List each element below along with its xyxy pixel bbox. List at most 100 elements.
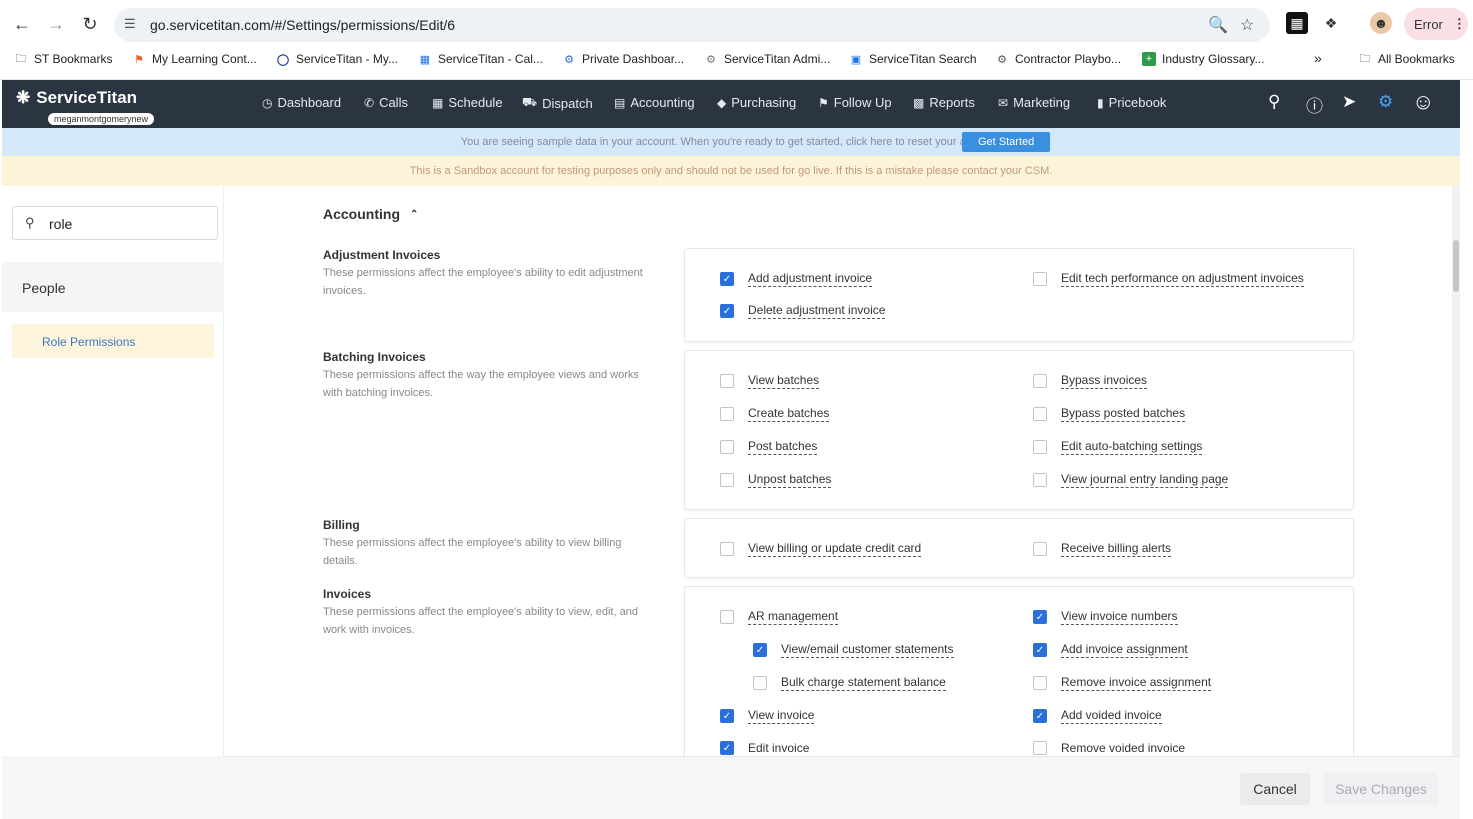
bookmark-item[interactable]: ⚑ My Learning Cont... bbox=[132, 52, 257, 66]
perm-checkbox-row[interactable]: AR management bbox=[720, 609, 839, 625]
puzzle-icon[interactable]: ❖ bbox=[1320, 12, 1342, 34]
logo-text: ServiceTitan bbox=[36, 88, 138, 107]
back-icon[interactable]: ← bbox=[8, 10, 36, 38]
checkbox[interactable]: ✓ bbox=[720, 741, 734, 755]
bookmark-item[interactable]: ⚙ Contractor Playbo... bbox=[995, 52, 1121, 66]
nav-accounting[interactable]: ▤ Accounting bbox=[614, 95, 695, 110]
flag-icon: ⚑ bbox=[134, 53, 144, 66]
sidebar-item-people[interactable]: People bbox=[2, 262, 224, 312]
checkbox[interactable] bbox=[1033, 676, 1047, 690]
nav-dispatch[interactable]: ⛟ Dispatch bbox=[522, 95, 593, 111]
puzzle-icon: ⚙ bbox=[564, 53, 574, 66]
perm-checkbox-row[interactable]: View billing or update credit card bbox=[720, 541, 922, 557]
bookmark-item[interactable]: 🗀 ST Bookmarks bbox=[14, 52, 113, 66]
nav-label: Accounting bbox=[630, 95, 695, 110]
scrollbar-thumb[interactable] bbox=[1453, 240, 1459, 292]
checkbox[interactable] bbox=[1033, 440, 1047, 454]
perm-checkbox-row[interactable]: Bypass invoices bbox=[1033, 373, 1148, 389]
perm-checkbox-row[interactable]: ✓ Delete adjustment invoice bbox=[720, 303, 886, 319]
search-input[interactable]: ⚲ role bbox=[12, 206, 218, 240]
checkbox[interactable]: ✓ bbox=[720, 709, 734, 723]
bookmark-item[interactable]: + Industry Glossary... bbox=[1142, 52, 1264, 66]
perm-checkbox-row[interactable]: ✓ Edit invoice bbox=[720, 741, 809, 755]
checkbox[interactable] bbox=[753, 676, 767, 690]
zoom-icon[interactable]: 🔍 bbox=[1208, 15, 1228, 35]
perm-checkbox-row[interactable]: Unpost batches bbox=[720, 472, 832, 488]
site-settings-icon[interactable]: ☰ bbox=[124, 16, 136, 32]
checkbox[interactable] bbox=[1033, 542, 1047, 556]
checkbox[interactable] bbox=[720, 610, 734, 624]
checkbox[interactable]: ✓ bbox=[720, 304, 734, 318]
browser-chrome: ← → ↻ ☰ go.servicetitan.com/#/Settings/p… bbox=[0, 0, 1473, 80]
checkbox[interactable]: ✓ bbox=[720, 272, 734, 286]
perm-checkbox-row[interactable]: Bypass posted batches bbox=[1033, 406, 1186, 422]
save-changes-button[interactable]: Save Changes bbox=[1324, 773, 1438, 805]
bookmark-item[interactable]: ◯ ServiceTitan - My... bbox=[276, 52, 398, 66]
perm-checkbox-row[interactable]: ✓ Add adjustment invoice bbox=[720, 271, 873, 287]
checkbox[interactable]: ✓ bbox=[1033, 643, 1047, 657]
checkbox[interactable]: ✓ bbox=[1033, 709, 1047, 723]
error-button[interactable]: Error ⋮ bbox=[1404, 8, 1468, 40]
gear-icon[interactable]: ⚙ bbox=[1378, 92, 1393, 112]
sandbox-banner-text: This is a Sandbox account for testing pu… bbox=[409, 165, 1053, 177]
perm-checkbox-row[interactable]: Create batches bbox=[720, 406, 830, 422]
cancel-button[interactable]: Cancel bbox=[1240, 773, 1310, 805]
bookmark-label: ST Bookmarks bbox=[34, 52, 113, 66]
perm-checkbox-row[interactable]: View batches bbox=[720, 373, 820, 389]
perm-checkbox-row[interactable]: Edit auto-batching settings bbox=[1033, 439, 1203, 455]
checkbox[interactable] bbox=[1033, 741, 1047, 755]
profile-avatar[interactable]: ☻ bbox=[1370, 12, 1392, 34]
bookmark-item[interactable]: ⚙ ServiceTitan Admi... bbox=[704, 52, 830, 66]
logo[interactable]: ❋ ServiceTitan bbox=[16, 88, 137, 108]
checkbox[interactable] bbox=[720, 473, 734, 487]
perm-checkbox-row[interactable]: ✓ View invoice numbers bbox=[1033, 609, 1178, 625]
sidebar-item-role-permissions[interactable]: Role Permissions bbox=[12, 324, 214, 358]
forward-icon[interactable]: → bbox=[42, 10, 70, 38]
checkbox[interactable] bbox=[1033, 473, 1047, 487]
extension-icon[interactable]: ▦ bbox=[1286, 12, 1308, 34]
perm-checkbox-row[interactable]: Remove invoice assignment bbox=[1033, 675, 1212, 691]
perm-checkbox-row[interactable]: ✓ Add invoice assignment bbox=[1033, 642, 1188, 658]
all-bookmarks-button[interactable]: 🗀 All Bookmarks bbox=[1358, 52, 1455, 66]
search-icon[interactable]: ⚲ bbox=[1268, 92, 1280, 112]
help-icon[interactable]: ⓘ bbox=[1306, 92, 1323, 117]
perm-checkbox-row[interactable]: Receive billing alerts bbox=[1033, 541, 1172, 557]
rocket-icon[interactable]: ➤ bbox=[1342, 92, 1356, 112]
get-started-button[interactable]: Get Started bbox=[962, 132, 1051, 152]
checkbox[interactable] bbox=[720, 440, 734, 454]
bookmark-item[interactable]: ▦ ServiceTitan - Cal... bbox=[418, 52, 543, 66]
bookmark-item[interactable]: ▣ ServiceTitan Search bbox=[849, 52, 977, 66]
nav-calls[interactable]: ✆ Calls bbox=[364, 95, 408, 110]
star-icon[interactable]: ☆ bbox=[1240, 15, 1254, 35]
checkbox[interactable] bbox=[720, 407, 734, 421]
accounting-section-header[interactable]: Accounting ⌃ bbox=[323, 206, 418, 222]
checkbox[interactable] bbox=[1033, 407, 1047, 421]
perm-checkbox-row[interactable]: View journal entry landing page bbox=[1033, 472, 1229, 488]
perm-checkbox-row[interactable]: Remove voided invoice bbox=[1033, 741, 1185, 755]
nav-schedule[interactable]: ▦ Schedule bbox=[432, 95, 503, 110]
nav-marketing[interactable]: ✉ Marketing bbox=[998, 95, 1070, 110]
bookmark-item[interactable]: ⚙ Private Dashboar... bbox=[562, 52, 684, 66]
perm-checkbox-row[interactable]: ✓ View invoice bbox=[720, 708, 815, 724]
checkbox[interactable]: ✓ bbox=[1033, 610, 1047, 624]
checkbox[interactable] bbox=[720, 374, 734, 388]
nav-label: Schedule bbox=[448, 95, 503, 110]
perm-checkbox-row[interactable]: Post batches bbox=[720, 439, 818, 455]
address-bar[interactable]: ☰ go.servicetitan.com/#/Settings/permiss… bbox=[114, 8, 1270, 42]
checkbox[interactable]: ✓ bbox=[753, 643, 767, 657]
perm-checkbox-row[interactable]: Bulk charge statement balance bbox=[753, 675, 946, 691]
user-avatar-icon[interactable]: ☺ bbox=[1412, 89, 1434, 115]
perm-checkbox-row[interactable]: Edit tech performance on adjustment invo… bbox=[1033, 271, 1304, 287]
perm-checkbox-row[interactable]: ✓ View/email customer statements bbox=[753, 642, 954, 658]
perm-checkbox-row[interactable]: ✓ Add voided invoice bbox=[1033, 708, 1162, 724]
nav-dashboard[interactable]: ◷ Dashboard bbox=[262, 95, 341, 110]
nav-reports[interactable]: ▩ Reports bbox=[913, 95, 975, 110]
nav-purchasing[interactable]: ◆ Purchasing bbox=[717, 95, 796, 110]
nav-follow-up[interactable]: ⚑ Follow Up bbox=[818, 95, 892, 110]
reload-icon[interactable]: ↻ bbox=[76, 10, 104, 38]
checkbox[interactable] bbox=[1033, 272, 1047, 286]
more-bookmarks-button[interactable]: » bbox=[1314, 50, 1322, 66]
checkbox[interactable] bbox=[720, 542, 734, 556]
nav-pricebook[interactable]: ▮ Pricebook bbox=[1097, 95, 1166, 110]
checkbox[interactable] bbox=[1033, 374, 1047, 388]
